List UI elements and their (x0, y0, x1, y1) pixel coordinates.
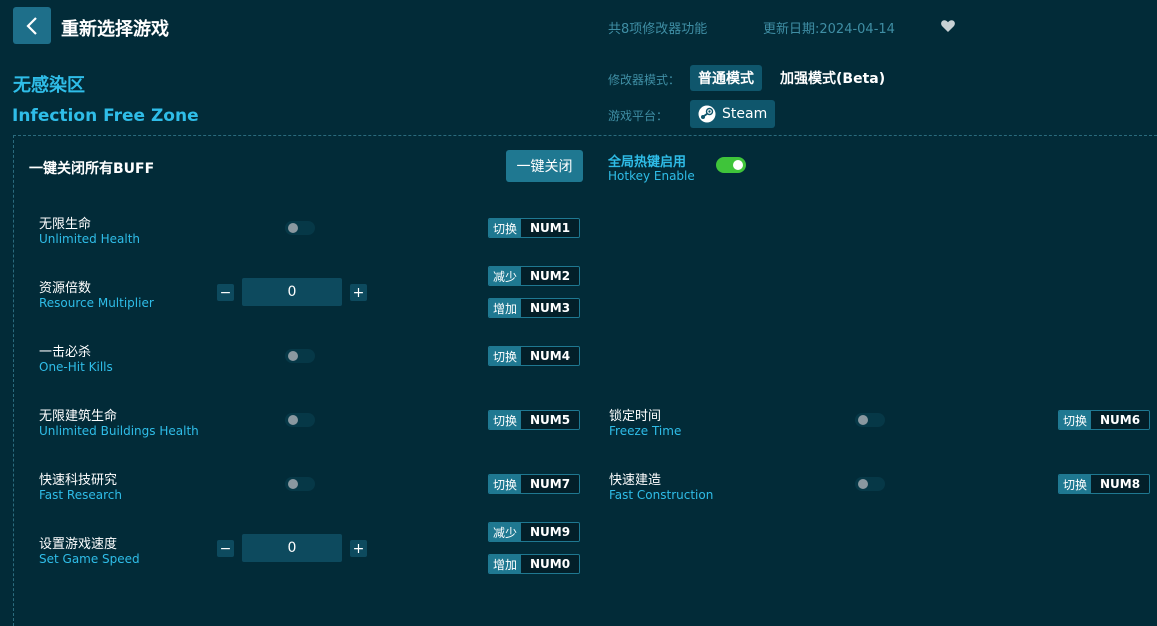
hotkey-game-speed-increase[interactable]: 增加 NUM0 (488, 554, 581, 574)
steam-icon (698, 105, 716, 123)
hotkey-action: 切换 (489, 411, 522, 429)
disable-all-label: 一键关闭所有BUFF (29, 161, 155, 177)
hotkey-resource-increase[interactable]: 增加 NUM3 (488, 298, 581, 318)
hotkey-key: NUM5 (521, 411, 580, 429)
option-label-cn: 一击必杀 (39, 345, 92, 360)
hotkey-unlimited-health[interactable]: 切换 NUM1 (488, 218, 581, 238)
steam-platform-button[interactable]: Steam (690, 100, 776, 128)
platform-label: 游戏平台： (608, 109, 669, 123)
hotkey-action: 切换 (489, 347, 522, 365)
hotkey-enable-label-cn: 全局热键启用 (608, 155, 687, 170)
hotkey-key: NUM4 (521, 347, 580, 365)
game-name-en: Infection Free Zone (12, 106, 199, 126)
option-label-en: Unlimited Buildings Health (39, 424, 199, 438)
mode-label: 修改器模式： (608, 73, 681, 87)
game-speed-increase-button[interactable]: + (350, 540, 367, 557)
hotkey-enable-label-en: Hotkey Enable (608, 169, 695, 183)
option-label-cn: 设置游戏速度 (39, 537, 118, 552)
page-title: 重新选择游戏 (61, 19, 169, 40)
platform-name: Steam (722, 106, 768, 122)
options-panel (13, 135, 1157, 626)
normal-mode-button[interactable]: 普通模式 (690, 65, 762, 91)
game-name-cn: 无感染区 (13, 75, 85, 96)
option-label-cn: 锁定时间 (609, 409, 662, 424)
fast-construction-toggle[interactable] (855, 477, 885, 491)
chevron-left-icon (26, 16, 37, 35)
hotkey-game-speed-decrease[interactable]: 减少 NUM9 (488, 522, 581, 542)
hotkey-action: 切换 (489, 219, 522, 237)
feature-count: 共8项修改器功能 (608, 22, 708, 37)
hotkey-key: NUM1 (521, 219, 580, 237)
hotkey-unlimited-buildings-health[interactable]: 切换 NUM5 (488, 410, 581, 430)
option-label-cn: 无限生命 (39, 217, 92, 232)
hotkey-action: 减少 (489, 267, 522, 285)
hotkey-action: 增加 (489, 299, 522, 317)
hotkey-key: NUM6 (1091, 411, 1150, 429)
option-label-cn: 快速建造 (609, 473, 662, 488)
hotkey-key: NUM0 (521, 555, 580, 573)
hotkey-action: 切换 (1059, 475, 1092, 493)
hotkey-resource-decrease[interactable]: 减少 NUM2 (488, 266, 581, 286)
hotkey-one-hit-kills[interactable]: 切换 NUM4 (488, 346, 581, 366)
one-hit-kills-toggle[interactable] (285, 349, 315, 363)
hotkey-key: NUM3 (521, 299, 580, 317)
freeze-time-toggle[interactable] (855, 413, 885, 427)
game-speed-decrease-button[interactable]: − (217, 540, 234, 557)
hotkey-fast-research[interactable]: 切换 NUM7 (488, 474, 581, 494)
hotkey-action: 切换 (1059, 411, 1092, 429)
option-label-en: Fast Research (39, 488, 122, 502)
option-label-en: Fast Construction (609, 488, 714, 502)
disable-all-button[interactable]: 一键关闭 (506, 150, 583, 182)
hotkey-fast-construction[interactable]: 切换 NUM8 (1058, 474, 1151, 494)
option-label-en: One-Hit Kills (39, 360, 113, 374)
fast-research-toggle[interactable] (285, 477, 315, 491)
option-label-en: Unlimited Health (39, 232, 141, 246)
update-date: 更新日期:2024-04-14 (763, 22, 895, 37)
resource-multiplier-increase-button[interactable]: + (350, 284, 367, 301)
hotkey-freeze-time[interactable]: 切换 NUM6 (1058, 410, 1151, 430)
back-button[interactable] (13, 7, 51, 44)
resource-multiplier-value[interactable]: 0 (242, 278, 342, 306)
enhanced-mode-button[interactable]: 加强模式(Beta) (772, 65, 893, 91)
option-label-en: Freeze Time (609, 424, 682, 438)
resource-multiplier-decrease-button[interactable]: − (217, 284, 234, 301)
option-label-en: Set Game Speed (39, 552, 140, 566)
hotkey-key: NUM2 (521, 267, 580, 285)
hotkey-key: NUM7 (521, 475, 580, 493)
unlimited-health-toggle[interactable] (285, 221, 315, 235)
heart-icon[interactable] (940, 18, 956, 34)
hotkey-enable-toggle[interactable] (716, 157, 746, 173)
hotkey-action: 减少 (489, 523, 522, 541)
option-label-cn: 快速科技研究 (39, 473, 118, 488)
hotkey-key: NUM8 (1091, 475, 1150, 493)
hotkey-action: 切换 (489, 475, 522, 493)
hotkey-action: 增加 (489, 555, 522, 573)
option-label-cn: 无限建筑生命 (39, 409, 118, 424)
option-label-cn: 资源倍数 (39, 281, 92, 296)
hotkey-key: NUM9 (521, 523, 580, 541)
option-label-en: Resource Multiplier (39, 296, 154, 310)
unlimited-buildings-health-toggle[interactable] (285, 413, 315, 427)
game-speed-value[interactable]: 0 (242, 534, 342, 562)
